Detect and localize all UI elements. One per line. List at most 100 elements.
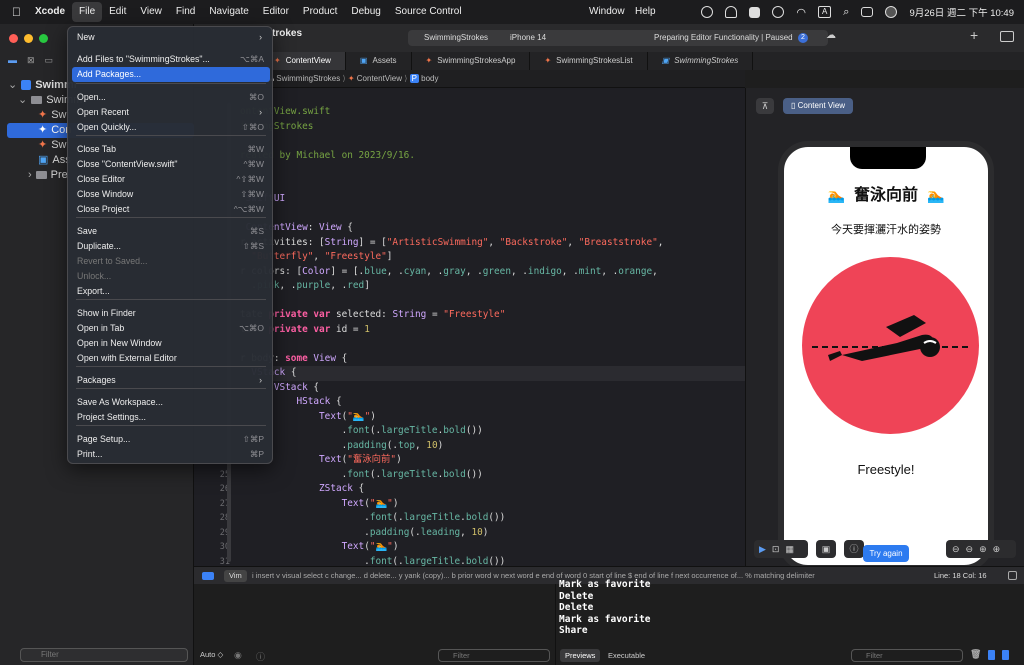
tab-swimmingstrokes[interactable]: ▣ SwimmingStrokes [648, 52, 754, 70]
symbol-icon[interactable]: ▭ [45, 55, 54, 66]
menu-view[interactable]: View [133, 2, 169, 22]
code-line[interactable] [194, 163, 745, 178]
tree-item-preview-content[interactable]: › Pre [28, 168, 68, 182]
device-selector[interactable]: iPhone 14 [510, 30, 546, 46]
wifi-icon[interactable]: ◠ [796, 6, 806, 19]
eye-icon[interactable]: ◉ [234, 650, 242, 661]
folder-icon[interactable]: ▬ [8, 55, 17, 66]
code-line[interactable]: Text("奮泳向前") [194, 453, 745, 468]
source-control-icon[interactable]: ⊠ [27, 55, 35, 66]
tab-previews[interactable]: Previews [560, 649, 601, 662]
tab-swimmingstrokeslist[interactable]: ✦ SwimmingStrokesList [530, 52, 648, 70]
code-line[interactable]: ContentView: View { [194, 221, 745, 236]
menu-item-show-in-finder[interactable]: Show in Finder [72, 306, 270, 321]
variables-filter[interactable]: Filter [438, 649, 550, 662]
tab-assets[interactable]: ▣ Assets [346, 52, 412, 70]
code-line[interactable] [194, 207, 745, 222]
menu-item-open-in-tab[interactable]: Open in Tab ⌥⌘O [72, 321, 270, 336]
console-filter[interactable]: Filter [851, 649, 963, 662]
code-line[interactable] [194, 134, 745, 149]
tree-item-assets[interactable]: ▣ Ass [38, 153, 71, 167]
code-line[interactable]: .pink, .purple, .red] [194, 279, 745, 294]
device-settings-icon[interactable]: ▣ [816, 540, 836, 558]
cloud-icon[interactable]: ☁ [826, 30, 836, 41]
code-line[interactable]: 27 Text("🏊") [194, 497, 745, 512]
tree-item-swift-file-2[interactable]: ✦ Swi [38, 138, 69, 152]
menu-item-new[interactable]: New › [72, 30, 270, 45]
issue-count-badge[interactable]: 2 [798, 33, 808, 43]
code-line[interactable]: 30 Text("🏊") [194, 540, 745, 555]
menu-item-open-recent[interactable]: Open Recent › [72, 105, 270, 120]
siri-icon[interactable] [885, 6, 898, 18]
code-line[interactable]: tate private var id = 1 [194, 323, 745, 338]
menu-item-save-as-workspace[interactable]: Save As Workspace... [72, 395, 270, 410]
menu-item-project-settings[interactable]: Project Settings... [72, 410, 270, 425]
pin-icon[interactable]: ⊼ [756, 98, 774, 114]
info-small-icon[interactable]: ⓘ [256, 650, 265, 663]
code-line[interactable]: .padding(.top, 10) [194, 439, 745, 454]
variants-icon[interactable]: ▦ [785, 544, 794, 555]
source-editor[interactable]: ontentView.swift immingStrokes reated by M… [194, 88, 745, 566]
menu-item-close-window[interactable]: Close Window ⇧⌘W [72, 187, 270, 202]
add-icon[interactable]: + [970, 27, 978, 43]
menu-product[interactable]: Product [296, 2, 344, 22]
zoom-in-icon[interactable]: ⊕ [993, 544, 1001, 555]
info-icon[interactable]: ⓘ [844, 540, 864, 558]
code-line[interactable]: reated by Michael on 2023/9/16. [194, 149, 745, 164]
close-window-button[interactable] [9, 34, 18, 43]
minimize-window-button[interactable] [24, 34, 33, 43]
code-line[interactable]: HStack { [194, 395, 745, 410]
menu-item-duplicate[interactable]: Duplicate... ⇧⌘S [72, 239, 270, 254]
menu-find[interactable]: Find [169, 2, 202, 22]
menu-item-open-in-new-window[interactable]: Open in New Window [72, 336, 270, 351]
menu-item-export[interactable]: Export... [72, 284, 270, 299]
apple-menu[interactable]:  [0, 2, 28, 22]
zoom-out-icon[interactable]: ⊖ [952, 544, 960, 555]
code-line[interactable]: "Butterfly", "Freestyle"] [194, 250, 745, 265]
code-line[interactable]: r body: some View { [194, 352, 745, 367]
vpn-icon[interactable] [772, 6, 785, 18]
headphones-icon[interactable] [725, 6, 738, 18]
code-line[interactable]: r colors: [Color] = [.blue, .cyan, .gray… [194, 265, 745, 280]
menu-item-page-setup[interactable]: Page Setup... ⇧⌘P [72, 432, 270, 447]
menu-item-packages[interactable]: Packages › [72, 373, 270, 388]
menu-item-open-quickly[interactable]: Open Quickly... ⇧⌘O [72, 120, 270, 135]
console-output[interactable]: Mark as favorite Delete Delete Mark as f… [556, 579, 1024, 665]
menu-item-close-project[interactable]: Close Project ^⌥⌘W [72, 202, 270, 217]
tree-item-swift-file[interactable]: ✦ Swi [38, 108, 69, 122]
code-line[interactable]: ontentView.swift [194, 105, 745, 120]
play-status-icon[interactable] [701, 6, 714, 18]
code-line[interactable] [194, 294, 745, 309]
code-line[interactable]: 31 .font(.largeTitle.bold()) [194, 555, 745, 567]
inspector-toggle-icon[interactable] [1000, 31, 1014, 42]
menu-item-close-editor[interactable]: Close Editor ^⇧⌘W [72, 172, 270, 187]
tab-executable[interactable]: Executable [608, 649, 645, 662]
app-status-icon[interactable] [749, 6, 761, 18]
zoom-100-icon[interactable]: ⊕ [979, 544, 987, 555]
code-line[interactable]: VStack { [194, 381, 745, 396]
menu-help[interactable]: Help [628, 2, 663, 22]
menu-editor[interactable]: Editor [256, 2, 296, 22]
menu-item-close-tab[interactable]: Close Tab ⌘W [72, 142, 270, 157]
code-line[interactable]: tate private var selected: String = "Fre… [194, 308, 745, 323]
zoom-window-button[interactable] [39, 34, 48, 43]
jump-bar-symbol[interactable]: P body [409, 74, 439, 83]
code-line[interactable]: 25 .font(.largeTitle.bold()) [194, 468, 745, 483]
sidebar-filter[interactable]: Filter [20, 648, 188, 662]
code-line[interactable]: .font(.largeTitle.bold()) [194, 424, 745, 439]
code-line[interactable] [194, 178, 745, 193]
menu-navigate[interactable]: Navigate [202, 2, 255, 22]
menu-item-open[interactable]: Open... ⌘O [72, 90, 270, 105]
input-method-icon[interactable]: A [817, 6, 832, 18]
code-line[interactable]: Text("🏊") [194, 410, 745, 425]
zoom-fit-icon[interactable]: ⊖ [966, 544, 974, 555]
menu-debug[interactable]: Debug [344, 2, 387, 22]
show-console-icon[interactable] [1002, 650, 1009, 660]
menu-item-print[interactable]: Print... ⌘P [72, 447, 270, 462]
tab-swimmingstrokesapp[interactable]: ✦ SwimmingStrokesApp [412, 52, 531, 70]
control-center-icon[interactable] [861, 7, 874, 17]
trash-icon[interactable]: 🗑 [970, 650, 981, 660]
show-variables-icon[interactable] [988, 650, 995, 660]
selectable-icon[interactable]: ⊡ [772, 544, 780, 555]
activity-view[interactable]: SwimmingStrokes iPhone 14 Preparing Edit… [408, 30, 828, 46]
